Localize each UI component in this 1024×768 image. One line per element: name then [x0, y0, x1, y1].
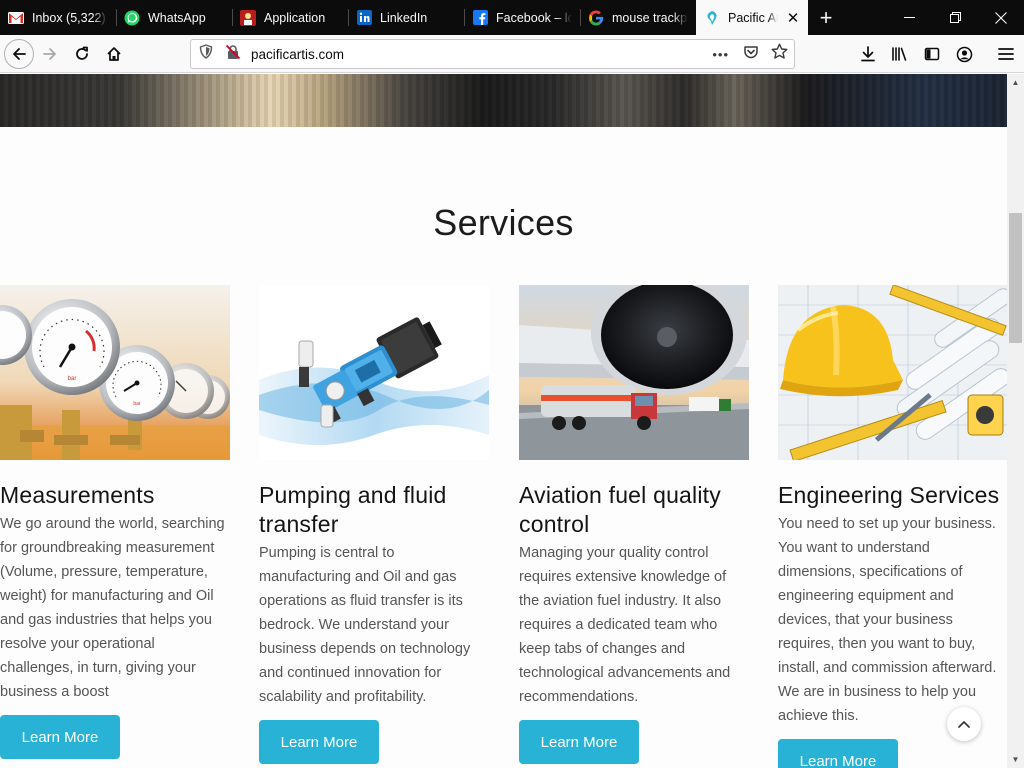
tab-strip: Inbox (5,322) WhatsApp Application Linke…: [0, 0, 1024, 35]
downloads-button[interactable]: [852, 38, 884, 70]
learn-more-button[interactable]: Learn More: [519, 720, 639, 764]
services-heading: Services: [433, 202, 574, 243]
library-icon: [892, 47, 907, 61]
pocket-icon[interactable]: [743, 44, 759, 65]
forward-arrow-icon: [43, 47, 56, 60]
scroll-down-arrow-icon[interactable]: ▼: [1007, 751, 1024, 768]
scroll-up-arrow-icon[interactable]: ▲: [1007, 74, 1024, 91]
address-bar[interactable]: pacificartis.com •••: [190, 39, 795, 69]
page-actions-menu-icon[interactable]: •••: [712, 47, 729, 62]
card-description: You need to set up your business. You wa…: [778, 516, 997, 724]
service-card-aviation: Aviation fuel quality control Managing y…: [519, 285, 749, 764]
tab-linkedin[interactable]: LinkedIn: [348, 0, 464, 35]
forward-button[interactable]: [34, 38, 66, 70]
chevron-up-icon: [958, 721, 970, 728]
tab-title: Inbox (5,322): [32, 10, 106, 25]
tab-gmail[interactable]: Inbox (5,322): [0, 0, 116, 35]
aircraft-fuel-truck-image: [519, 285, 749, 460]
tab-title: WhatsApp: [148, 10, 206, 25]
card-title: Aviation fuel quality control: [519, 482, 721, 537]
service-card-engineering: Engineering Services You need to set up …: [778, 285, 1007, 768]
download-icon: [861, 46, 875, 62]
tab-title: LinkedIn: [380, 10, 428, 25]
tracking-protection-shield-icon[interactable]: [199, 44, 213, 64]
url-text: pacificartis.com: [251, 46, 345, 62]
gmail-icon: [8, 10, 24, 26]
hero-banner-image: [0, 74, 1007, 127]
facebook-icon: [472, 10, 488, 26]
home-icon: [107, 46, 121, 61]
tab-title: Facebook – lo: [496, 10, 572, 25]
reload-icon: [76, 46, 88, 60]
learn-more-button[interactable]: Learn More: [259, 720, 379, 764]
vertical-scrollbar[interactable]: ▲ ▼: [1007, 74, 1024, 768]
learn-more-button[interactable]: Learn More: [0, 715, 120, 759]
card-description: Managing your quality control requires e…: [519, 545, 731, 705]
bookmark-star-icon[interactable]: [771, 43, 788, 65]
learn-more-button[interactable]: Learn More: [778, 739, 898, 768]
tab-facebook[interactable]: Facebook – lo: [464, 0, 580, 35]
tab-pacific-artis[interactable]: Pacific Arti ✕: [696, 0, 808, 35]
tab-title: mouse trackp: [612, 10, 688, 25]
hardhat-blueprints-image: [778, 285, 1007, 460]
service-card-pumping: Pumping and fluid transfer Pumping is ce…: [259, 285, 489, 764]
main-menu-button[interactable]: [990, 38, 1022, 70]
tab-application[interactable]: Application: [232, 0, 348, 35]
application-icon: [240, 9, 256, 26]
sidebar-icon: [924, 47, 940, 61]
whatsapp-icon: [124, 10, 140, 26]
tab-title: Application: [264, 10, 326, 25]
svg-text:bar: bar: [133, 401, 141, 407]
tab-whatsapp[interactable]: WhatsApp: [116, 0, 232, 35]
back-button[interactable]: [4, 38, 34, 69]
tab-title: Pacific Arti: [728, 10, 778, 25]
account-icon: [956, 46, 972, 62]
sidebar-toggle-button[interactable]: [916, 38, 948, 70]
pacific-artis-icon: [704, 10, 720, 26]
card-title: Measurements: [0, 482, 155, 508]
fluid-pump-image: [259, 285, 489, 460]
home-button[interactable]: [98, 38, 130, 70]
toolbar-right: [852, 38, 980, 70]
restore-button[interactable]: [932, 0, 978, 35]
close-tab-icon[interactable]: ✕: [786, 9, 800, 27]
service-card-measurements: bar bar Measurements We go around the wo…: [0, 285, 230, 759]
card-title: Engineering Services: [778, 482, 1000, 508]
page-viewport: Services bar bar Measurements We go arou…: [0, 74, 1007, 768]
linkedin-icon: [356, 10, 372, 26]
reload-button[interactable]: [66, 38, 98, 70]
card-description: We go around the world, searching for gr…: [0, 516, 225, 700]
back-arrow-icon: [13, 47, 26, 60]
close-window-button[interactable]: [978, 0, 1024, 35]
google-icon: [588, 10, 604, 26]
navigation-toolbar: pacificartis.com •••: [0, 35, 1024, 73]
account-button[interactable]: [948, 38, 980, 70]
card-title: Pumping and fluid transfer: [259, 482, 447, 537]
scrollbar-thumb[interactable]: [1009, 213, 1022, 343]
tab-google[interactable]: mouse trackp: [580, 0, 696, 35]
pressure-gauges-image: bar bar: [0, 285, 230, 460]
hamburger-menu-icon: [998, 48, 1014, 60]
insecure-connection-icon[interactable]: [225, 44, 241, 65]
minimize-button[interactable]: [886, 0, 932, 35]
new-tab-button[interactable]: +: [808, 0, 844, 35]
scroll-to-top-button[interactable]: [947, 707, 981, 741]
library-button[interactable]: [884, 38, 916, 70]
svg-text:bar: bar: [68, 376, 77, 382]
window-controls: [886, 0, 1024, 35]
card-description: Pumping is central to manufacturing and …: [259, 545, 471, 705]
